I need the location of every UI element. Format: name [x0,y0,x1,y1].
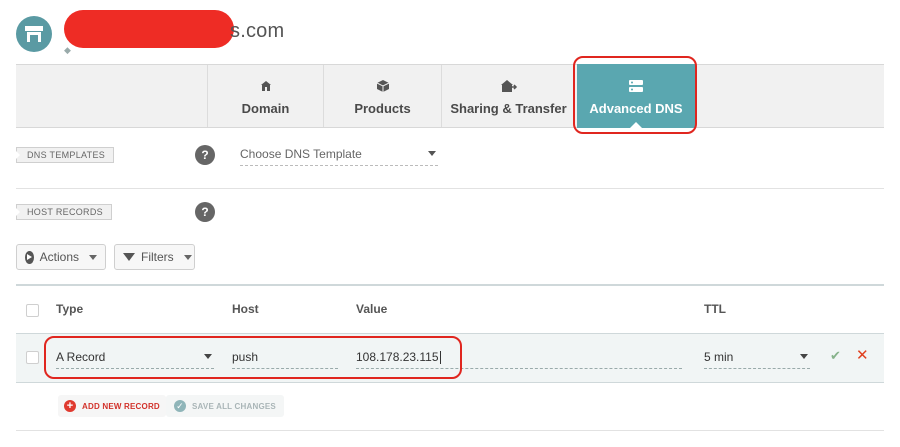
share-transfer-icon [500,77,518,95]
tab-label: Sharing & Transfer [450,100,567,116]
ttl-value: 5 min [704,350,734,364]
dns-template-select-value: Choose DNS Template [240,147,362,161]
redacted-domain-name [64,10,234,48]
play-icon [25,250,34,264]
row-checkbox[interactable] [26,351,39,364]
box-icon [376,77,390,95]
help-icon[interactable]: ? [195,202,215,222]
check-circle-icon: ✓ [174,400,186,412]
save-all-changes-label: SAVE ALL CHANGES [192,401,276,411]
column-header-value: Value [356,302,388,316]
help-icon[interactable]: ? [195,145,215,165]
store-icon [25,26,43,42]
column-header-type: Type [56,302,84,316]
avatar [16,16,52,52]
add-new-record-label: ADD NEW RECORD [82,401,160,411]
host-records-label: HOST RECORDS [16,204,112,220]
plus-icon: + [64,400,76,412]
tab-products[interactable]: Products [323,65,441,127]
select-all-checkbox[interactable] [26,304,39,317]
divider [16,430,884,431]
actions-button[interactable]: Actions [16,244,106,270]
filters-button[interactable]: Filters [114,244,195,270]
tag-icon: ◆ [64,45,71,55]
add-new-record-button[interactable]: + ADD NEW RECORD [58,395,166,417]
ttl-select[interactable]: 5 min [704,349,810,369]
tab-bar: Domain Products Sharing & Transfer Advan… [16,64,884,129]
chevron-down-icon [428,151,436,156]
column-header-ttl: TTL [704,302,726,316]
dns-template-select[interactable]: Choose DNS Template [240,146,438,166]
tab-label: Domain [241,100,290,116]
home-icon [260,77,272,95]
filter-icon [123,253,135,261]
confirm-check-icon[interactable]: ✔ [830,348,841,364]
highlight-annotation-row [44,336,462,379]
table-header: Type Host Value TTL [16,284,884,332]
chevron-down-icon [89,254,97,260]
filters-label: Filters [141,250,174,264]
highlight-annotation-tab [573,56,697,134]
tab-domain[interactable]: Domain [207,65,323,127]
column-header-host: Host [232,302,259,316]
domain-title: s.com [230,20,285,42]
tab-label: Products [354,100,411,116]
chevron-down-icon [800,354,808,359]
save-all-changes-button[interactable]: ✓ SAVE ALL CHANGES [166,395,284,417]
delete-x-icon[interactable]: ✕ [856,346,869,364]
chevron-down-icon [183,254,192,260]
divider [16,188,884,189]
actions-label: Actions [39,250,79,264]
dns-templates-label: DNS TEMPLATES [16,147,115,163]
tab-sharing-transfer[interactable]: Sharing & Transfer [441,65,575,127]
